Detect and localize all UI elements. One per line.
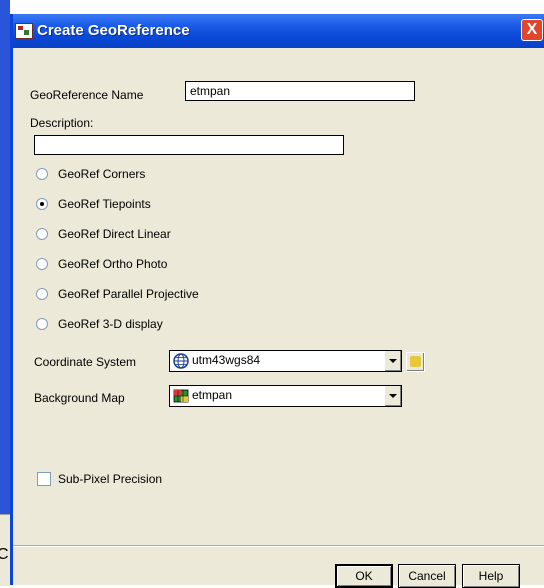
radio-georef-direct-linear[interactable]: GeoRef Direct Linear [36,227,236,243]
background-window-strip: C [0,0,10,586]
create-georeference-dialog: Create GeoReference X GeoReference Name … [10,14,544,588]
radio-georef-parallel-projective[interactable]: GeoRef Parallel Projective [36,287,236,303]
coordinate-system-select[interactable]: utm43wgs84 [169,350,402,372]
radio-indicator [36,288,48,300]
dialog-title: Create GeoReference [37,22,190,39]
background-window-edge [0,0,10,514]
dialog-footer: OK Cancel Help [13,545,544,588]
radio-label: GeoRef Parallel Projective [58,287,199,301]
background-glyph: C [0,546,9,563]
radio-indicator [36,258,48,270]
radio-georef-corners[interactable]: GeoRef Corners [36,167,236,183]
background-map-label: Background Map [34,391,125,405]
georeference-name-label: GeoReference Name [30,88,144,102]
radio-indicator [36,318,48,330]
close-icon: X [526,21,538,38]
background-map-select[interactable]: etmpan [169,385,402,407]
cancel-button[interactable]: Cancel [398,564,456,588]
radio-label: GeoRef Direct Linear [58,227,171,241]
radio-indicator [36,228,48,240]
map-icon [173,389,189,403]
title-bar[interactable]: Create GeoReference X [13,14,544,48]
georeference-name-input[interactable]: etmpan [185,81,415,101]
radio-georef-tiepoints[interactable]: GeoRef Tiepoints [36,197,236,213]
radio-georef-ortho-photo[interactable]: GeoRef Ortho Photo [36,257,236,273]
globe-icon [173,353,189,369]
chevron-down-icon[interactable] [384,386,401,406]
help-button[interactable]: Help [462,564,520,588]
radio-label: GeoRef Ortho Photo [58,257,168,271]
coordinate-system-label: Coordinate System [34,355,137,369]
sub-pixel-precision-label: Sub-Pixel Precision [58,472,163,486]
description-label: Description: [30,116,94,130]
radio-georef-3d-display[interactable]: GeoRef 3-D display [36,317,236,333]
radio-label: GeoRef Corners [58,167,146,181]
radio-indicator [36,198,48,210]
coordinate-system-value: utm43wgs84 [192,353,261,367]
radio-label: GeoRef 3-D display [58,317,163,331]
chevron-down-icon[interactable] [384,351,401,371]
ok-button[interactable]: OK [335,564,393,588]
description-input[interactable] [34,135,344,155]
close-button[interactable]: X [521,19,543,41]
app-icon [15,23,33,39]
coordinate-system-properties-button[interactable] [406,352,425,372]
background-map-value: etmpan [192,388,233,402]
sub-pixel-precision-checkbox[interactable] [37,472,51,486]
radio-indicator [36,168,48,180]
radio-label: GeoRef Tiepoints [58,197,151,211]
